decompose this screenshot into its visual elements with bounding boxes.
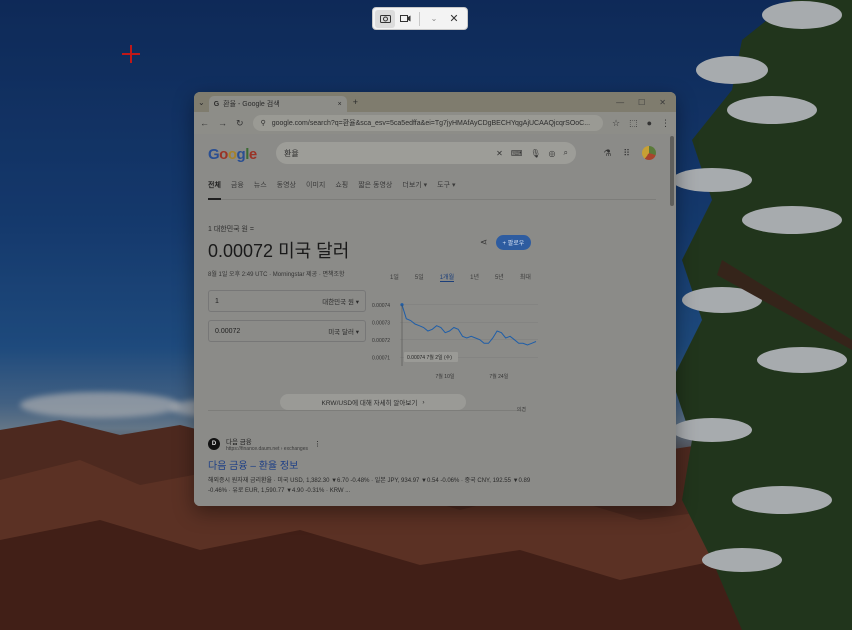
snowy-pine-tree: [672, 0, 852, 630]
bookmark-star-icon[interactable]: ☆: [612, 118, 620, 129]
tab-title: 환율 - Google 검색: [223, 101, 280, 108]
menu-kebab-icon[interactable]: ⋮: [661, 118, 670, 129]
tab-news[interactable]: 뉴스: [254, 180, 267, 200]
microphone-icon[interactable]: 🎙: [530, 149, 540, 158]
y-tick-label: 0.00074: [372, 303, 390, 309]
learn-more-label: KRW/USD에 대해 자세히 알아보기: [321, 400, 418, 407]
to-amount: 0.00072: [215, 327, 241, 335]
site-name: 다음 금융: [226, 439, 252, 446]
crosshair-cursor: [122, 45, 140, 63]
address-url: google.com/search?q=환율&sca_esv=5ca5edffa…: [271, 120, 591, 127]
result-title-link[interactable]: 다음 금융 – 환율 정보: [208, 457, 538, 472]
from-currency-select[interactable]: 대한민국 원 ▾: [322, 296, 359, 306]
address-bar[interactable]: ⚲ google.com/search?q=환율&sca_esv=5ca5edf…: [252, 115, 603, 131]
close-snip-button[interactable]: ✕: [444, 10, 464, 28]
page-scrollbar[interactable]: [670, 136, 674, 206]
chevron-down-icon: ⌄: [430, 14, 438, 23]
tab-short-videos[interactable]: 짧은 동영상: [358, 180, 392, 200]
tab-finance[interactable]: 금융: [231, 180, 244, 200]
tab-more[interactable]: 더보기 ▾: [402, 180, 427, 200]
y-tick-label: 0.00072: [372, 338, 390, 344]
tab-all[interactable]: 전체: [208, 180, 221, 200]
avatar[interactable]: [642, 146, 656, 160]
tab-close-icon[interactable]: ×: [338, 101, 342, 108]
more-options-button[interactable]: ⌄: [424, 10, 444, 28]
close-icon: ✕: [449, 13, 459, 25]
keyboard-icon[interactable]: ⌨: [511, 149, 523, 158]
tab-shopping[interactable]: 쇼핑: [335, 180, 348, 200]
apps-grid-icon[interactable]: ⠿: [623, 148, 630, 159]
to-amount-field[interactable]: 0.00072 미국 달러 ▾: [208, 320, 366, 342]
lens-icon[interactable]: ◎: [549, 149, 556, 158]
labs-flask-icon[interactable]: ⚗: [603, 148, 611, 159]
new-tab-button[interactable]: +: [353, 97, 358, 107]
result-source[interactable]: D 다음 금융 https://finance.daum.net › excha…: [208, 436, 538, 452]
tab-list-chevron-icon[interactable]: ⌄: [198, 98, 205, 107]
range-1y[interactable]: 1년: [470, 272, 479, 282]
maximize-icon[interactable]: ☐: [638, 98, 645, 107]
x-tick-label: 7월 10일: [436, 373, 455, 380]
from-amount-field[interactable]: 1 대한민국 원 ▾: [208, 290, 366, 312]
section-divider: [208, 410, 526, 411]
y-tick-label: 0.00071: [372, 355, 390, 361]
extensions-icon[interactable]: ⬚: [629, 118, 638, 129]
share-follow-group: ⋖ + 팔로우: [480, 235, 532, 250]
converter-subtitle: 1 대한민국 원 =: [208, 226, 255, 233]
range-5d[interactable]: 5일: [415, 272, 424, 282]
google-logo[interactable]: Google: [208, 146, 257, 163]
chart-tooltip: 0.00074 7월 2일 (수): [407, 354, 452, 361]
range-1d[interactable]: 1일: [390, 272, 399, 282]
tab-tools[interactable]: 도구 ▾: [437, 180, 455, 200]
browser-tab[interactable]: G 환율 - Google 검색 ×: [208, 96, 347, 112]
exchange-rate-chart[interactable]: 0.00074 0.00073 0.00072 0.00071 0.00074 7월 2…: [370, 290, 542, 382]
y-tick-label: 0.00073: [372, 320, 390, 326]
range-max[interactable]: 최대: [520, 272, 531, 282]
site-favicon: D: [208, 438, 220, 450]
search-icon[interactable]: ⌕: [564, 148, 568, 158]
search-result: D 다음 금융 https://finance.daum.net › excha…: [208, 436, 538, 496]
site-info-icon[interactable]: ⚲: [261, 119, 266, 127]
search-query: 환율: [284, 148, 299, 158]
clear-icon[interactable]: ✕: [496, 149, 503, 158]
range-selector: 1일 5일 1개월 1년 5년 최대: [390, 272, 531, 282]
tab-strip: ⌄ G 환율 - Google 검색 × + — ☐ ✕: [194, 92, 676, 112]
toolbar-divider: [419, 11, 420, 26]
tab-images[interactable]: 이미지: [306, 180, 325, 200]
minimize-icon[interactable]: —: [616, 98, 624, 107]
range-5y[interactable]: 5년: [495, 272, 504, 282]
browser-window: ⌄ G 환율 - Google 검색 × + — ☐ ✕ ← → ↻ ⚲ goo…: [194, 92, 676, 506]
from-amount: 1: [215, 297, 219, 305]
result-snippet: 해외증시 원자재 금리환율 · 미국 USD, 1,382.30 ▼6.70 -…: [208, 478, 531, 494]
reload-icon[interactable]: ↻: [236, 118, 244, 129]
result-menu-icon[interactable]: ⋮: [314, 440, 321, 448]
search-box[interactable]: 환율 ✕ ⌨ 🎙 ◎ ⌕: [276, 142, 576, 164]
tab-videos[interactable]: 동영상: [277, 180, 296, 200]
snipping-toolbar: ⌄ ✕: [372, 7, 468, 30]
search-tabs: 전체 금융 뉴스 동영상 이미지 쇼핑 짧은 동영상 더보기 ▾ 도구 ▾: [208, 180, 656, 200]
range-1m[interactable]: 1개월: [439, 272, 455, 282]
share-icon[interactable]: ⋖: [480, 237, 488, 248]
follow-button[interactable]: + 팔로우: [495, 235, 532, 250]
rate-line: [401, 304, 537, 346]
forward-icon[interactable]: →: [218, 118, 227, 128]
learn-more-button[interactable]: KRW/USD에 대해 자세히 알아보기 ›: [280, 394, 466, 410]
header-actions: ⚗ ⠿: [603, 146, 656, 160]
back-icon[interactable]: ←: [200, 118, 209, 128]
profile-icon[interactable]: ●: [647, 118, 652, 128]
site-url: https://finance.daum.net › exchanges: [226, 446, 308, 452]
google-favicon-icon: G: [213, 100, 220, 108]
feedback-link[interactable]: 의견: [517, 406, 526, 413]
window-close-icon[interactable]: ✕: [659, 98, 666, 107]
browser-toolbar: ← → ↻ ⚲ google.com/search?q=환율&sca_esv=5…: [194, 112, 676, 134]
currency-converter: 1 대한민국 원 = 0.00072 미국 달러 8월 1일 오후 2:49 U…: [208, 224, 538, 278]
chevron-right-icon: ›: [422, 398, 425, 406]
video-icon[interactable]: [395, 10, 415, 28]
x-tick-label: 7월 24일: [489, 373, 508, 380]
to-currency-select[interactable]: 미국 달러 ▾: [328, 326, 359, 336]
camera-icon[interactable]: [375, 9, 395, 28]
search-results-page: Google 환율 ✕ ⌨ 🎙 ◎ ⌕ ⚗ ⠿ 전체 금융 뉴스 동영상 이미지…: [194, 134, 676, 506]
